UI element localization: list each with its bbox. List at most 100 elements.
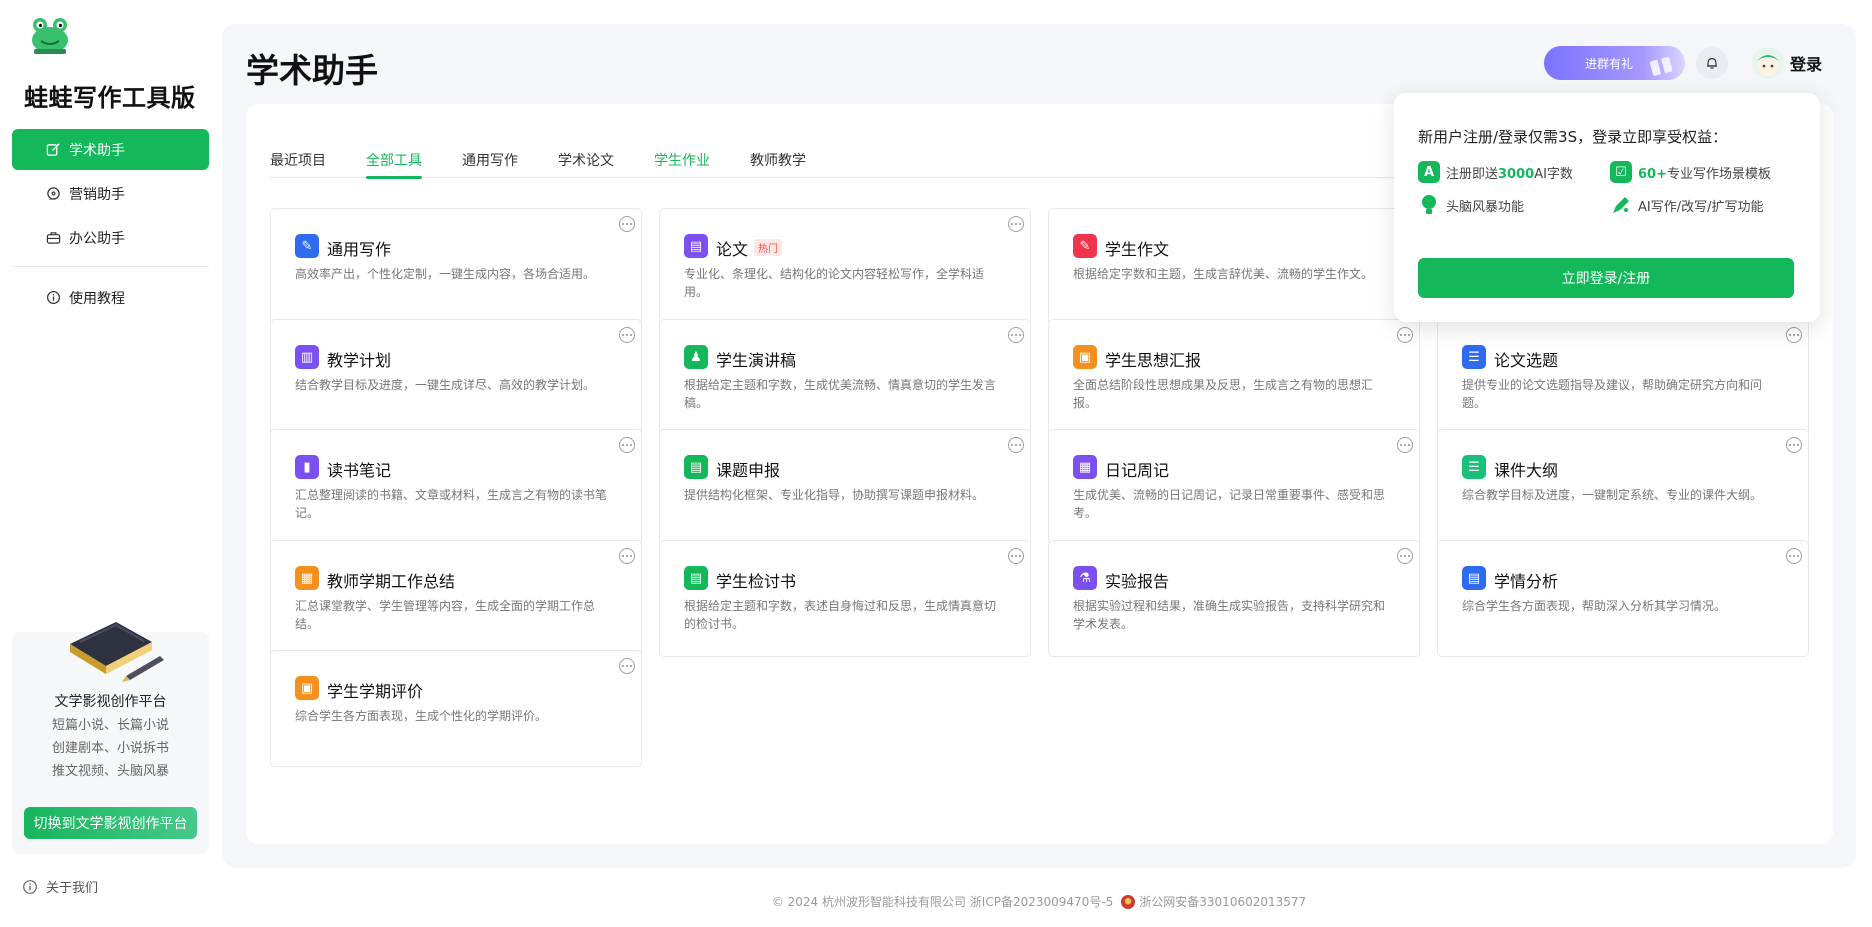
perk-text: 头脑风暴功能 (1446, 199, 1525, 215)
tool-card[interactable]: ☰ 课件大纲 综合教学目标及进度，一键制定系统、专业的课件大纲。 (1437, 429, 1809, 546)
join-group-gift-button[interactable]: 进群有礼 (1543, 46, 1685, 80)
more-options-icon[interactable] (619, 437, 635, 453)
sidebar-item-academic[interactable]: 学术助手 (12, 129, 209, 170)
tool-icon: ✎ (295, 234, 319, 258)
sidebar-item-marketing[interactable]: 营销助手 (12, 173, 209, 214)
more-options-icon[interactable] (1786, 327, 1802, 343)
more-options-icon[interactable] (1397, 548, 1413, 564)
gift-icon (1649, 57, 1673, 76)
police-record-text[interactable]: 浙公网安备33010602013577 (1139, 895, 1306, 909)
tool-description: 汇总整理阅读的书籍、文章或材料，生成言之有物的读书笔记。 (295, 488, 608, 520)
tool-card[interactable]: ♟ 学生演讲稿根据给定主题和字数，生成优美流畅、情真意切的学生发言稿。 (659, 319, 1031, 436)
promo-line: 创建剧本、小说拆书 (51, 741, 169, 756)
more-options-icon[interactable] (1786, 548, 1802, 564)
login-button[interactable]: 登录 (1751, 47, 1822, 79)
sidebar-item-office[interactable]: 办公助手 (12, 217, 209, 258)
perk-item: 头脑风暴功能 (1418, 194, 1524, 216)
police-badge-icon (1121, 895, 1136, 909)
more-options-icon[interactable] (619, 327, 635, 343)
more-options-icon[interactable] (1008, 437, 1024, 453)
promo-line: 推文视频、头脑风暴 (51, 764, 169, 779)
perk-item: A 注册即送3000AI字数 (1418, 161, 1573, 183)
tool-card[interactable]: ✎ 通用写作 高效率产出，个性化定制，一键生成内容，各场合适用。 (270, 208, 642, 325)
copyright-text[interactable]: © 2024 杭州波形智能科技有限公司 浙ICP备2023009470号-5 (772, 895, 1113, 909)
more-options-icon[interactable] (619, 216, 635, 232)
tool-icon: ☰ (1462, 345, 1486, 369)
tool-title: 论文 热门 (716, 236, 783, 260)
tool-card[interactable]: ▮ 读书笔记 汇总整理阅读的书籍、文章或材料，生成言之有物的读书笔记。 (270, 429, 642, 546)
tab-general-writing[interactable]: 通用写作 (462, 132, 518, 178)
more-options-icon[interactable] (1008, 216, 1024, 232)
tool-icon: ✎ (1073, 234, 1097, 258)
tool-card[interactable]: ▤ 学情分析 综合学生各方面表现，帮助深入分析其学习情况。 (1437, 540, 1809, 657)
more-options-icon[interactable] (1008, 548, 1024, 564)
edit-icon (46, 143, 60, 156)
tool-description: 根据给定字数和主题，生成言辞优美、流畅的学生作文。 (1073, 267, 1374, 281)
tool-card[interactable]: ☰ 论文选题 提供专业的论文选题指导及建议，帮助确定研究方向和问题。 (1437, 319, 1809, 436)
pen-icon (1610, 194, 1632, 216)
info-icon (23, 879, 37, 894)
tool-card[interactable]: ▤ 学生检讨书 根据给定主题和字数，表述自身悔过和反思，生成情真意切的检讨书。 (659, 540, 1031, 657)
login-benefits-popup: 新用户注册/登录仅需3S，登录立即享受权益： A 注册即送3000AI字数 ☑ … (1394, 93, 1820, 322)
tool-title: 学生思想汇报 (1105, 351, 1202, 370)
tool-description: 生成优美、流畅的日记周记，记录日常重要事件、感受和思考。 (1073, 488, 1386, 520)
sidebar-item-tutorial[interactable]: 使用教程 (12, 277, 209, 318)
more-options-icon[interactable] (1397, 327, 1413, 343)
notification-button[interactable] (1695, 47, 1728, 79)
promo-line: 短篇小说、长篇小说 (51, 718, 169, 733)
switch-platform-button[interactable]: 切换到文学影视创作平台 (24, 807, 197, 839)
tool-card[interactable]: ▣ 学生思想汇报 全面总结阶段性思想成果及反思，生成言之有物的思想汇报。 (1048, 319, 1420, 436)
tab-student-homework[interactable]: 学生作业 (654, 132, 710, 178)
briefcase-icon (46, 232, 61, 244)
tool-card[interactable]: ▣ 学生学期评价 综合学生各方面表现，生成个性化的学期评价。 (270, 650, 642, 767)
sidebar-nav: 学术助手 营销助手 办公助手 使用教程 (12, 129, 209, 321)
more-options-icon[interactable] (1397, 437, 1413, 453)
tool-title: 教学计划 (327, 351, 392, 370)
tool-title: 学生演讲稿 (716, 351, 797, 370)
tool-description: 结合教学目标及进度，一键生成详尽、高效的教学计划。 (295, 378, 596, 392)
tool-description: 专业化、条理化、结构化的论文内容轻松写作，全学科适用。 (684, 267, 985, 299)
tool-card[interactable]: ▤ 课题申报 提供结构化框架、专业化指导，协助撰写课题申报材料。 (659, 429, 1031, 546)
tab-all-tools[interactable]: 全部工具 (366, 132, 422, 179)
tool-icon: ▦ (1073, 455, 1097, 479)
tool-title: 论文选题 (1494, 351, 1559, 370)
tab-academic-paper[interactable]: 学术论文 (558, 132, 614, 178)
promo-title: 文学影视创作平台 (54, 694, 167, 710)
more-options-icon[interactable] (619, 658, 635, 674)
perk-text: AI写作/改写/扩写功能 (1638, 199, 1764, 215)
tool-card[interactable]: ▦ 教师学期工作总结 汇总课堂教学、学生管理等内容，生成全面的学期工作总结。 (270, 540, 642, 657)
tool-title: 课题申报 (716, 461, 781, 480)
tool-card[interactable]: ▤ 论文 热门专业化、条理化、结构化的论文内容轻松写作，全学科适用。 (659, 208, 1031, 325)
more-options-icon[interactable] (619, 548, 635, 564)
about-us-label: 关于我们 (46, 881, 99, 896)
more-options-icon[interactable] (1008, 327, 1024, 343)
avatar (1751, 47, 1784, 79)
tool-description: 根据实验过程和结果，准确生成实验报告，支持科学研究和学术发表。 (1073, 599, 1386, 631)
tab-recent[interactable]: 最近项目 (270, 132, 326, 178)
tool-card[interactable]: ▥ 教学计划 结合教学目标及进度，一键生成详尽、高效的教学计划。 (270, 319, 642, 436)
login-register-button[interactable]: 立即登录/注册 (1418, 258, 1794, 298)
tool-icon: ▣ (1073, 345, 1097, 369)
more-options-icon[interactable] (1786, 437, 1802, 453)
tool-icon: ⚗ (1073, 566, 1097, 590)
tool-icon: ▤ (684, 234, 708, 258)
tool-card[interactable]: ⚗ 实验报告根据实验过程和结果，准确生成实验报告，支持科学研究和学术发表。 (1048, 540, 1420, 657)
tool-description: 根据给定主题和字数，生成优美流畅、情真意切的学生发言稿。 (684, 378, 997, 410)
logo[interactable]: 蛙蛙写作工具版 (24, 14, 204, 113)
sidebar-item-label: 营销助手 (69, 186, 125, 203)
popup-headline: 新用户注册/登录仅需3S，登录立即享受权益： (1418, 128, 1728, 146)
tab-teacher-teaching[interactable]: 教师教学 (750, 132, 806, 178)
letter-a-icon: A (1418, 161, 1440, 183)
tool-card[interactable]: ✎ 学生作文 根据给定字数和主题，生成言辞优美、流畅的学生作文。 (1048, 208, 1420, 325)
tool-description: 综合学生各方面表现，生成个性化的学期评价。 (295, 709, 548, 723)
perk-item: AI写作/改写/扩写功能 (1610, 194, 1764, 216)
page-title: 学术助手 (246, 51, 378, 90)
brand-name: 蛙蛙写作工具版 (24, 84, 196, 112)
about-us-link[interactable]: 关于我们 (22, 877, 98, 896)
tool-title: 通用写作 (327, 240, 392, 259)
perk-text: 注册即送3000AI字数 (1446, 166, 1573, 182)
tool-title: 实验报告 (1105, 572, 1170, 591)
footer: © 2024 杭州波形智能科技有限公司 浙ICP备2023009470号-5 浙公… (222, 893, 1856, 910)
tool-card[interactable]: ▦ 日记周记 生成优美、流畅的日记周记，记录日常重要事件、感受和思考。 (1048, 429, 1420, 546)
tool-icon: ♟ (684, 345, 708, 369)
